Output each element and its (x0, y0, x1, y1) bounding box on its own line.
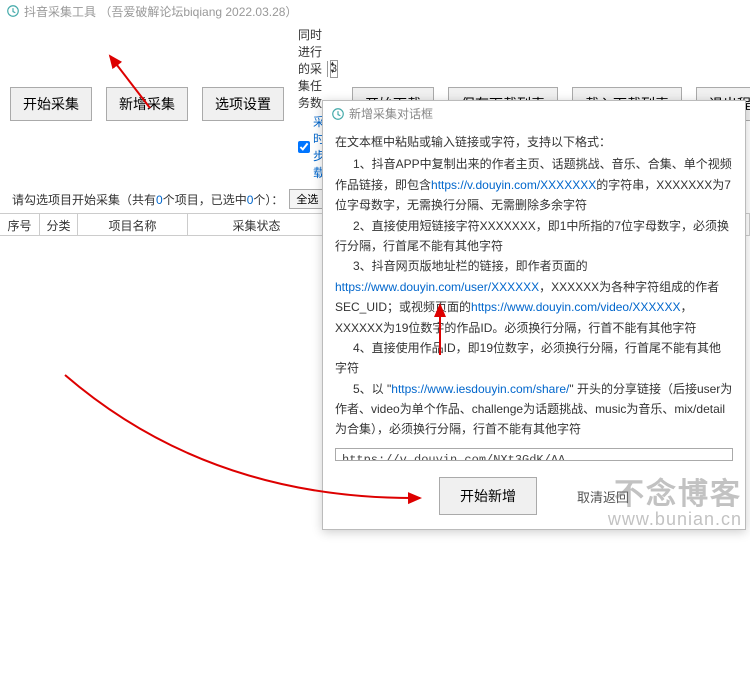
status-left-text: 请勾选项目开始采集（共有0个项目，已选中0个）： (12, 191, 283, 208)
clear-back-button[interactable]: 取清返回 (577, 487, 629, 506)
select-all-button[interactable]: 全选 (289, 189, 325, 209)
start-collect-button[interactable]: 开始采集 (10, 87, 92, 121)
col-seq[interactable]: 序号 (0, 214, 40, 235)
add-collect-dialog: 新增采集对话框 在文本框中粘贴或输入链接或字符，支持以下格式： 1、抖音APP中… (322, 100, 746, 530)
start-add-button[interactable]: 开始新增 (439, 477, 537, 515)
concurrent-label: 同时进行的采集任务数 (298, 26, 328, 111)
col-state[interactable]: 采集状态 (188, 214, 326, 235)
dialog-instructions: 在文本框中粘贴或输入链接或字符，支持以下格式： 1、抖音APP中复制出来的作者主… (323, 126, 745, 444)
col-name[interactable]: 项目名称 (78, 214, 188, 235)
options-button[interactable]: 选项设置 (202, 87, 284, 121)
spin-up-icon[interactable]: ▲ (327, 61, 337, 69)
window-titlebar: 抖音采集工具 （吾爱破解论坛biqiang 2022.03.28） (0, 0, 750, 22)
rule-1: 1、抖音APP中复制出来的作者主页、话题挑战、音乐、合集、单个视频作品链接，即包… (335, 154, 733, 215)
add-collect-button[interactable]: 新增采集 (106, 87, 188, 121)
collect-table-body[interactable] (0, 236, 326, 696)
window-title: 抖音采集工具 （吾爱破解论坛biqiang 2022.03.28） (24, 3, 297, 20)
dialog-footer: 开始新增 取清返回 (323, 467, 745, 529)
col-cat[interactable]: 分类 (40, 214, 78, 235)
concurrent-spinner[interactable]: 3 ▲▼ (330, 60, 338, 78)
rule-4: 4、直接使用作品ID，即19位数字，必须换行分隔，行首尾不能有其他字符 (335, 338, 733, 379)
rule-5: 5、以 "https://www.iesdouyin.com/share/" 开… (335, 379, 733, 440)
app-icon (6, 4, 20, 18)
dialog-title-text: 新增采集对话框 (349, 105, 433, 122)
url-input-textarea[interactable] (335, 448, 733, 461)
dialog-titlebar: 新增采集对话框 (323, 101, 745, 126)
rule-3: 3、抖音网页版地址栏的链接，即作者页面的https://www.douyin.c… (335, 256, 733, 338)
spin-down-icon[interactable]: ▼ (327, 69, 337, 77)
dialog-intro: 在文本框中粘贴或输入链接或字符，支持以下格式： (335, 132, 733, 152)
collect-table: 序号 分类 项目名称 采集状态 (0, 214, 326, 696)
dialog-icon (331, 107, 345, 121)
rule-2: 2、直接使用短链接字符XXXXXXX，即1中所指的7位字母数字，必须换行分隔，行… (335, 216, 733, 257)
sync-download-checkbox[interactable] (298, 141, 310, 153)
